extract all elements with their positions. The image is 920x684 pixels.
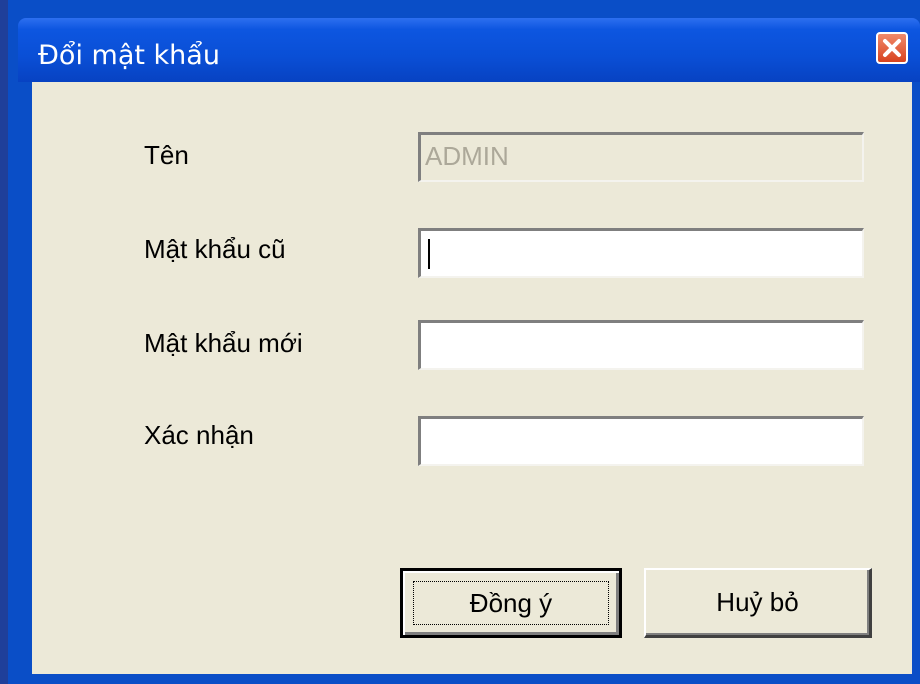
name-label: Tên — [144, 140, 189, 170]
old-password-field[interactable] — [418, 228, 864, 278]
window-title: Đổi mật khẩu — [38, 40, 220, 71]
confirm-password-field[interactable] — [418, 416, 864, 466]
new-password-field[interactable] — [418, 320, 864, 370]
dialog-body: Tên ADMIN Mật khẩu cũ Mật khẩu mới Xác n… — [32, 82, 912, 674]
close-button[interactable] — [876, 32, 908, 64]
confirm-password-label: Xác nhận — [144, 420, 254, 450]
new-password-label: Mật khẩu mới — [144, 328, 303, 358]
title-bar[interactable]: Đổi mật khẩu — [18, 18, 920, 82]
dialog-window: Đổi mật khẩu Tên ADMIN Mật khẩu cũ Mật k… — [8, 0, 920, 684]
text-caret — [428, 239, 430, 269]
focus-rectangle — [413, 581, 609, 625]
cancel-button-label: Huỷ bỏ — [716, 587, 799, 617]
name-field: ADMIN — [418, 132, 864, 182]
old-password-label: Mật khẩu cũ — [144, 234, 286, 264]
ok-button[interactable]: Đồng ý — [400, 568, 622, 638]
cancel-button[interactable]: Huỷ bỏ — [644, 568, 872, 638]
close-icon — [883, 39, 901, 57]
